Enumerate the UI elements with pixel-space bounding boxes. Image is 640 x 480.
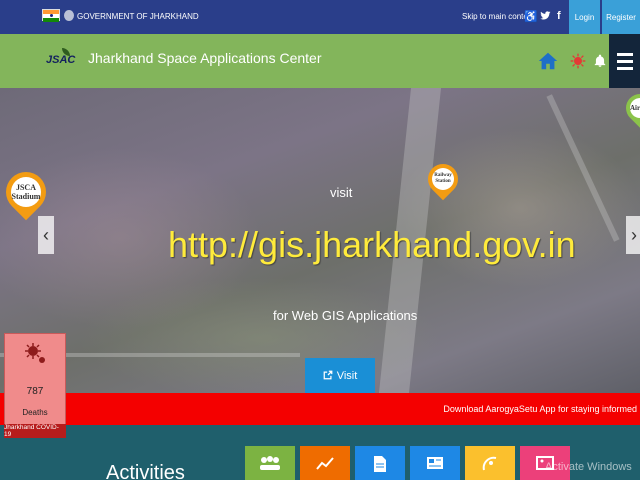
virus-icon: [23, 340, 49, 366]
site-header: JSAC Jharkhand Space Applications Center: [0, 34, 640, 88]
runway: [546, 94, 620, 242]
visit-button[interactable]: Visit: [305, 358, 375, 393]
register-button[interactable]: Register: [602, 0, 640, 34]
ticker-text[interactable]: Download AarogyaSetu App for staying inf…: [443, 404, 637, 414]
document-icon: [373, 456, 387, 480]
activities-heading: Activities: [106, 462, 185, 480]
covid-death-label: Deaths: [22, 408, 48, 417]
logo-text: JSAC: [46, 54, 76, 66]
india-flag-icon: [42, 9, 60, 22]
activity-tile-users[interactable]: [245, 446, 295, 480]
twitter-icon[interactable]: [540, 10, 551, 24]
hamburger-menu-icon[interactable]: [609, 34, 640, 88]
hero-banner: JSCA Stadium Railway Station Air visit htt…: [0, 88, 640, 393]
newspaper-icon: [426, 456, 444, 480]
login-button[interactable]: Login: [569, 0, 600, 34]
carousel-next-arrow[interactable]: ›: [626, 216, 640, 254]
covid-footer: Jharkhand COVID-19: [4, 424, 66, 438]
home-icon[interactable]: [532, 34, 564, 88]
site-title: Jharkhand Space Applications Center: [88, 50, 322, 66]
satellite-dish-icon: [482, 456, 498, 480]
activity-tile-documents[interactable]: [355, 446, 405, 480]
stadium-pin-label: JSCA Stadium: [11, 177, 41, 207]
windows-activation-watermark: Activate Windows: [545, 461, 632, 473]
activity-tile-satellite[interactable]: [465, 446, 515, 480]
railway-pin-label: Railway Station: [432, 168, 454, 190]
activity-tile-news[interactable]: [410, 446, 460, 480]
emblem-icon: [64, 10, 74, 21]
government-label: GOVERNMENT OF JHARKHAND: [77, 12, 199, 21]
facebook-icon[interactable]: f: [557, 10, 561, 22]
hero-subtitle: for Web GIS Applications: [273, 308, 418, 323]
chart-icon: [316, 456, 334, 480]
users-icon: [258, 456, 282, 480]
top-bar: GOVERNMENT OF JHARKHAND Skip to main con…: [0, 0, 640, 34]
carousel-prev-arrow[interactable]: ‹: [38, 216, 54, 254]
gis-url-link[interactable]: http://gis.jharkhand.gov.in: [168, 224, 576, 266]
jsac-logo[interactable]: JSAC: [46, 48, 86, 70]
covid-death-count: 787: [26, 386, 44, 397]
accessibility-icon[interactable]: ♿: [524, 10, 538, 23]
visit-text: visit: [330, 185, 353, 200]
covid-widget[interactable]: 787 Deaths Jharkhand COVID-19: [4, 333, 66, 438]
visit-button-label: Visit: [336, 370, 358, 382]
external-link-icon: [323, 370, 333, 383]
activity-tile-analytics[interactable]: [300, 446, 350, 480]
news-ticker: Download AarogyaSetu App for staying inf…: [0, 393, 640, 425]
